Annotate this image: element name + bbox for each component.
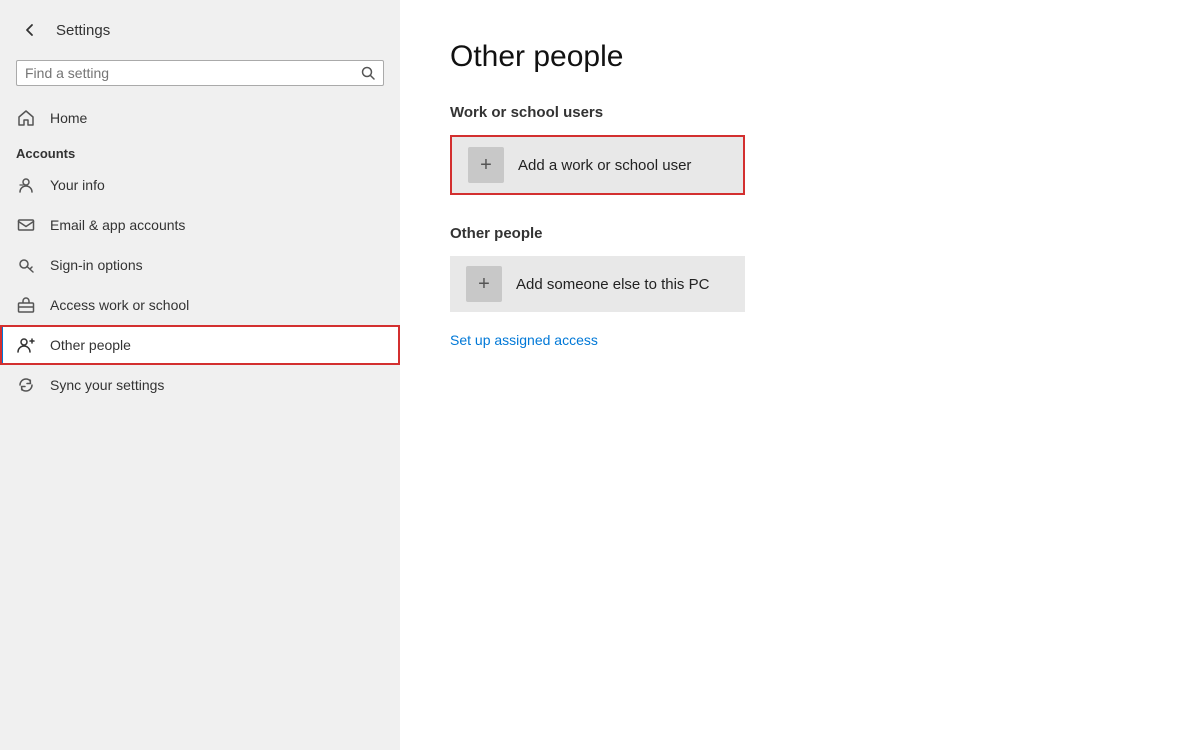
sidebar-item-your-info[interactable]: Your info — [0, 165, 400, 205]
sidebar-item-sign-in-options[interactable]: Sign-in options — [0, 245, 400, 285]
sidebar-item-home[interactable]: Home — [0, 98, 400, 138]
sidebar-item-access-work-label: Access work or school — [50, 297, 189, 313]
sidebar-item-home-label: Home — [50, 110, 87, 126]
sidebar-header: Settings — [0, 0, 400, 52]
sidebar-item-email-app-accounts[interactable]: Email & app accounts — [0, 205, 400, 245]
accounts-label: Accounts — [0, 138, 400, 165]
set-up-assigned-access-link[interactable]: Set up assigned access — [450, 332, 598, 348]
briefcase-icon — [16, 295, 36, 315]
person-add-icon — [16, 335, 36, 355]
search-input[interactable] — [25, 65, 361, 81]
work-school-section-title: Work or school users — [450, 104, 1150, 121]
sidebar-item-sync-settings[interactable]: Sync your settings — [0, 365, 400, 405]
add-someone-plus-icon: + — [466, 266, 502, 302]
search-button[interactable] — [361, 66, 375, 80]
sidebar-item-other-people[interactable]: Other people — [0, 325, 400, 365]
sidebar-item-sign-in-label: Sign-in options — [50, 257, 143, 273]
add-someone-label: Add someone else to this PC — [516, 276, 709, 293]
page-title: Other people — [450, 40, 1150, 74]
sidebar-item-sync-label: Sync your settings — [50, 377, 164, 393]
key-icon — [16, 255, 36, 275]
app-title: Settings — [56, 22, 110, 39]
sidebar-item-your-info-label: Your info — [50, 177, 105, 193]
sync-icon — [16, 375, 36, 395]
email-icon — [16, 215, 36, 235]
add-someone-button[interactable]: + Add someone else to this PC — [450, 256, 745, 312]
add-work-school-label: Add a work or school user — [518, 157, 691, 174]
main-content: Other people Work or school users + Add … — [400, 0, 1200, 750]
add-work-school-button[interactable]: + Add a work or school user — [450, 135, 745, 195]
sidebar-item-other-people-label: Other people — [50, 337, 131, 353]
home-icon — [16, 108, 36, 128]
other-people-section-title: Other people — [450, 225, 1150, 242]
sidebar: Settings Home Accounts Your inf — [0, 0, 400, 750]
add-work-school-plus-icon: + — [468, 147, 504, 183]
sidebar-item-email-label: Email & app accounts — [50, 217, 185, 233]
search-box[interactable] — [16, 60, 384, 86]
person-icon — [16, 175, 36, 195]
sidebar-item-access-work-school[interactable]: Access work or school — [0, 285, 400, 325]
back-button[interactable] — [16, 16, 44, 44]
